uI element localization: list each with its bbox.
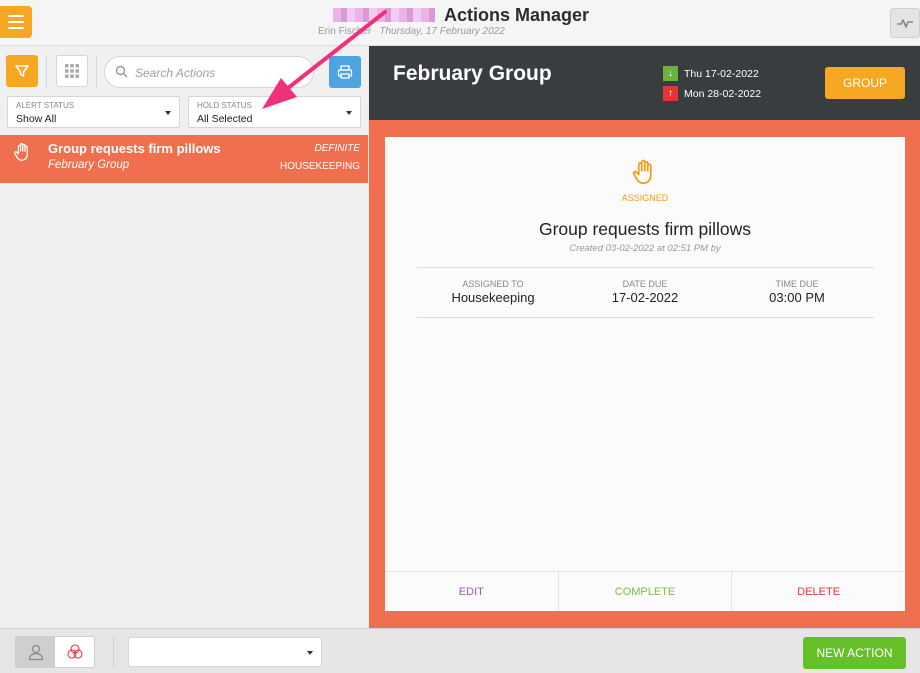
hand-icon [632,159,652,185]
circles-icon [66,644,83,659]
time-due-value: 03:00 PM [769,290,825,305]
action-detail-title: Group requests firm pillows [538,219,752,239]
print-button[interactable] [329,56,361,88]
user-view-button[interactable] [16,637,55,667]
alert-status-select[interactable]: ALERT STATUS Show All [7,96,180,128]
time-due-label: TIME DUE [775,279,819,289]
date-due-column: DATE DUE 17-02-2022 [569,279,721,305]
list-item[interactable]: Group requests firm pillows February Gro… [0,135,368,183]
activity-icon [897,19,913,28]
toolbar-divider [46,56,47,88]
card-actions: EDIT COMPLETE DELETE [385,571,905,611]
divider [417,267,874,268]
search-box[interactable] [104,56,314,88]
menu-line [8,21,24,23]
date-due-value: 17-02-2022 [611,290,679,305]
top-bar: Actions Manager Erin Fischer Thursday, 17… [0,0,920,46]
filter-icon [15,65,29,77]
chevron-down-icon [165,111,171,115]
app-title: Actions Manager [444,5,590,25]
delete-button[interactable]: DELETE [731,572,905,611]
toolbar-divider [113,637,114,667]
bottom-bar: NEW ACTION [0,628,920,673]
grid-view-button[interactable] [56,55,88,87]
action-detail-card: ASSIGNED Group requests firm pillows Cre… [385,137,905,611]
arrival-date-row: ↓ Thu 17-02-2022 [663,66,759,81]
date-due-label: DATE DUE [622,279,668,289]
menu-line [8,27,24,29]
chevron-down-icon [346,111,352,115]
bottom-filter-select[interactable] [128,637,322,667]
action-detail-area: ASSIGNED Group requests firm pillows Cre… [369,120,920,628]
view-toggle [15,636,95,668]
created-info: Created 03-02-2022 at 02:51 PM by [569,243,721,254]
action-list-panel: ALERT STATUS Show All HOLD STATUS All Se… [0,46,368,628]
status-badge: ASSIGNED [621,193,669,203]
action-status: DEFINITE [314,143,360,154]
filter-button[interactable] [6,55,38,87]
hold-status-select[interactable]: HOLD STATUS All Selected [188,96,361,128]
new-action-button[interactable]: NEW ACTION [803,637,906,669]
time-due-column: TIME DUE 03:00 PM [721,279,873,305]
alert-status-label: ALERT STATUS [16,101,75,110]
group-title: February Group [393,62,552,85]
grid-icon [65,64,79,78]
toolbar-divider [96,56,97,88]
current-date: Thursday, 17 February 2022 [379,26,505,37]
action-title: Group requests firm pillows [48,141,221,156]
departure-date-row: ↑ Mon 28-02-2022 [663,86,761,101]
divider [417,317,874,318]
assigned-to-value: Housekeeping [451,290,535,305]
redacted-hotel-name [333,8,435,22]
user-icon [28,644,43,661]
hold-status-label: HOLD STATUS [197,101,252,110]
group-button[interactable]: GROUP [825,67,905,99]
chevron-down-icon [307,651,313,655]
edit-button[interactable]: EDIT [385,572,558,611]
arrival-date: Thu 17-02-2022 [684,67,759,80]
group-header: February Group ↓ Thu 17-02-2022 ↑ Mon 28… [369,46,920,120]
hamburger-menu-button[interactable] [0,6,32,38]
activity-button[interactable] [890,8,920,38]
printer-icon [337,65,353,79]
arrow-down-icon: ↓ [663,66,678,81]
alert-status-value: Show All [16,113,57,125]
department-view-button[interactable] [55,637,94,667]
action-department: HOUSEKEEPING [279,161,360,172]
menu-line [8,15,24,17]
complete-button[interactable]: COMPLETE [557,572,732,611]
departure-date: Mon 28-02-2022 [684,87,762,100]
arrow-up-icon: ↑ [663,86,678,101]
user-name: Erin Fischer [318,26,372,37]
search-icon [115,65,128,78]
user-date-line: Erin Fischer Thursday, 17 February 2022 [318,26,505,37]
hold-status-value: All Selected [197,113,253,125]
assigned-to-label: ASSIGNED TO [462,279,524,289]
hand-icon [14,142,28,161]
search-input[interactable] [135,63,305,83]
action-group: February Group [48,159,130,171]
assigned-to-column: ASSIGNED TO Housekeeping [417,279,569,305]
